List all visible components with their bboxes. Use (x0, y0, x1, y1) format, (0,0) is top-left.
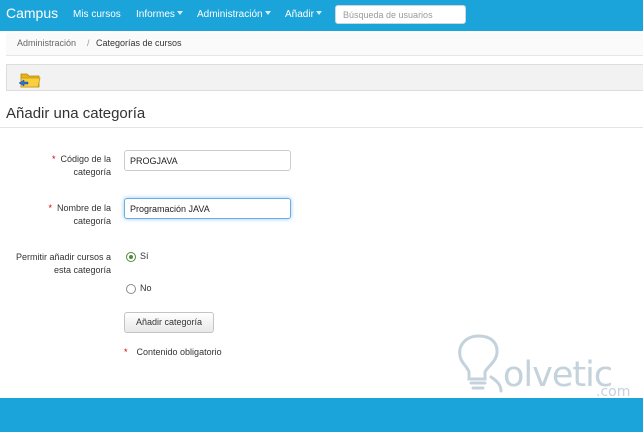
category-name-label: * Nombre de la categoría (30, 202, 111, 228)
nav-reports-label: Informes (136, 9, 175, 20)
user-search-input[interactable] (335, 5, 466, 24)
breadcrumb-separator: / (87, 38, 90, 48)
nav-reports[interactable]: Informes (136, 9, 183, 20)
allow-courses-yes-radio[interactable] (126, 252, 136, 262)
category-name-input[interactable] (124, 198, 291, 219)
category-code-label-line1: Código de la (60, 154, 111, 164)
footer-bar (0, 398, 643, 432)
nav-add[interactable]: Añadir (285, 9, 322, 20)
nav-add-label: Añadir (285, 9, 314, 20)
title-divider (0, 127, 643, 128)
top-navbar: Campus Mis cursos Informes Administració… (0, 0, 643, 31)
allow-courses-label-line2: esta categoría (53, 265, 111, 275)
allow-courses-no-label[interactable]: No (140, 283, 152, 293)
allow-courses-yes-label[interactable]: Sí (140, 251, 149, 261)
category-code-input[interactable] (124, 150, 291, 171)
chevron-down-icon (315, 11, 322, 15)
allow-courses-label: Permitir añadir cursos a esta categoría (0, 251, 111, 277)
breadcrumb: Administración / Categorías de cursos (6, 33, 643, 56)
nav-my-courses-label: Mis cursos (73, 9, 121, 20)
chevron-down-icon (264, 11, 271, 15)
nav-administration[interactable]: Administración (197, 9, 271, 20)
required-icon: * (51, 154, 56, 164)
breadcrumb-course-categories[interactable]: Categorías de cursos (96, 38, 182, 48)
required-note: * Contenido obligatorio (124, 347, 222, 357)
allow-courses-label-line1: Permitir añadir cursos a (15, 252, 111, 262)
chevron-down-icon (176, 11, 183, 15)
breadcrumb-administration[interactable]: Administración (17, 38, 76, 48)
required-note-text: Contenido obligatorio (136, 347, 222, 357)
category-code-label-line2: categoría (73, 167, 111, 177)
category-code-label: * Código de la categoría (40, 153, 111, 179)
nav-my-courses[interactable]: Mis cursos (73, 9, 121, 20)
brand-link[interactable]: Campus (6, 5, 58, 21)
add-category-button[interactable]: Añadir categoría (124, 312, 214, 333)
required-icon: * (48, 203, 52, 213)
allow-courses-no-radio[interactable] (126, 284, 136, 294)
nav-administration-label: Administración (197, 9, 263, 20)
folder-back-icon[interactable] (18, 70, 42, 89)
required-icon: * (124, 347, 128, 357)
category-name-label-line1: Nombre de la (56, 203, 111, 213)
lightbulb-logo-icon (458, 334, 503, 393)
page-title: Añadir una categoría (6, 105, 146, 122)
category-name-label-line2: categoría (73, 216, 111, 226)
icon-toolbar (6, 64, 643, 91)
